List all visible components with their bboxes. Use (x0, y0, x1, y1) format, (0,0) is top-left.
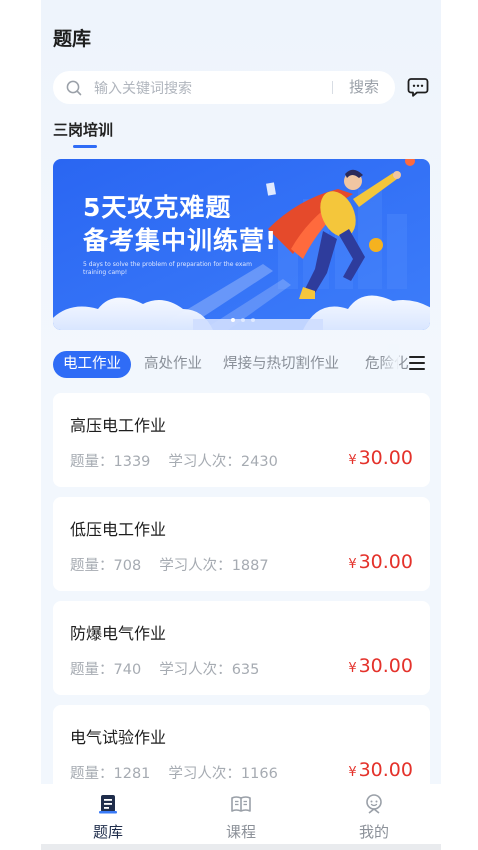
question-bank-icon (99, 795, 117, 814)
bottom-tab-bar: 题库 课程 我的 (41, 784, 441, 844)
learners-label: 学习人次： (159, 662, 232, 678)
learners-label: 学习人次： (168, 766, 241, 782)
price-amount: 30.00 (358, 447, 413, 469)
course-price: ¥30.00 (348, 447, 413, 469)
tabbar-label: 题库 (92, 823, 123, 841)
banner-title-line1: 5天攻克难题 (83, 193, 232, 222)
count-label: 题量： (70, 558, 114, 574)
currency-symbol: ¥ (348, 453, 357, 468)
price-amount: 30.00 (358, 655, 413, 677)
page-title: 题库 (53, 28, 92, 50)
book-icon (231, 796, 251, 812)
course-price: ¥30.00 (348, 759, 413, 781)
course-card[interactable]: 高压电工作业 题量：1339 学习人次：2430 ¥30.00 (53, 393, 430, 487)
category-label[interactable]: 三岗培训 (53, 119, 113, 140)
banner-subtitle: 5 days to solve the problem of preparati… (83, 261, 252, 276)
category-underline (73, 145, 97, 148)
count-label: 题量： (70, 454, 114, 470)
course-title: 防爆电气作业 (70, 624, 167, 643)
system-nav-strip (41, 844, 441, 850)
course-card[interactable]: 低压电工作业 题量：708 学习人次：1887 ¥30.00 (53, 497, 430, 591)
learner-count: 2430 (240, 454, 278, 470)
course-meta: 题量：740 学习人次：635 (70, 658, 259, 679)
category-tabs: 电工作业 高处作业 焊接与热切割作业 危险化 (53, 351, 413, 379)
course-title: 低压电工作业 (70, 520, 167, 539)
course-title: 电气试验作业 (70, 728, 167, 747)
currency-symbol: ¥ (348, 661, 357, 676)
currency-symbol: ¥ (348, 765, 357, 780)
search-button[interactable]: 搜索 (341, 77, 387, 97)
price-amount: 30.00 (358, 759, 413, 781)
learner-count: 1166 (240, 766, 278, 782)
course-price: ¥30.00 (348, 551, 413, 573)
banner-title-line2: 备考集中训练营! (83, 226, 278, 255)
tabbar-label: 课程 (225, 823, 256, 841)
profile-icon (366, 794, 382, 814)
course-card[interactable]: 防爆电气作业 题量：740 学习人次：635 ¥30.00 (53, 601, 430, 695)
learners-label: 学习人次： (168, 454, 241, 470)
carousel-dot-3 (251, 318, 255, 322)
chat-bubble-icon[interactable] (407, 76, 429, 98)
tabbar-label: 我的 (358, 823, 389, 841)
search-icon (66, 80, 82, 96)
tabs-fade (381, 344, 399, 382)
search-bar[interactable]: 输入关键词搜索 搜索 (53, 71, 395, 104)
course-meta: 题量：708 学习人次：1887 (70, 554, 269, 575)
tabbar-item-question-bank[interactable]: 题库 (68, 784, 148, 844)
currency-symbol: ¥ (348, 557, 357, 572)
tabbar-item-profile[interactable]: 我的 (334, 784, 414, 844)
course-meta: 题量：1339 学习人次：2430 (70, 450, 278, 471)
count-label: 题量： (70, 766, 114, 782)
question-count: 1339 (113, 454, 151, 470)
question-count: 1281 (113, 766, 151, 782)
search-input[interactable]: 输入关键词搜索 (94, 78, 192, 98)
price-amount: 30.00 (358, 551, 413, 573)
carousel-dot-2 (241, 318, 245, 322)
tab-height-work[interactable]: 高处作业 (144, 351, 202, 378)
promo-banner[interactable]: 5天攻克难题 备考集中训练营! 5 days to solve the prob… (53, 159, 430, 330)
question-count: 740 (113, 662, 142, 678)
menu-icon[interactable] (409, 356, 427, 372)
tabbar-item-courses[interactable]: 课程 (201, 784, 281, 844)
carousel-dot-1 (231, 318, 235, 322)
question-count: 708 (113, 558, 142, 574)
course-price: ¥30.00 (348, 655, 413, 677)
app-screen: 题库 输入关键词搜索 搜索 三岗培训 5天攻克难题 备考集中训练营! 5 day… (41, 0, 441, 850)
course-meta: 题量：1281 学习人次：1166 (70, 762, 278, 783)
search-divider (332, 81, 333, 94)
tab-electrical[interactable]: 电工作业 (53, 351, 131, 378)
tab-welding[interactable]: 焊接与热切割作业 (223, 351, 339, 378)
course-title: 高压电工作业 (70, 416, 167, 435)
learners-label: 学习人次： (159, 558, 232, 574)
count-label: 题量： (70, 662, 114, 678)
learner-count: 635 (231, 662, 260, 678)
learner-count: 1887 (231, 558, 269, 574)
